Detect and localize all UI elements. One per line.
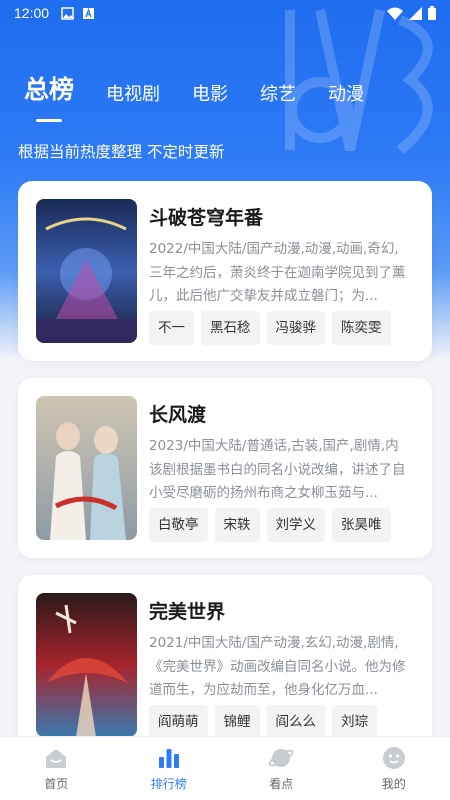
nav-label: 首页 <box>44 777 69 791</box>
cast-tags: 不一 黑石稔 冯骏骅 陈奕雯 <box>149 311 391 345</box>
nav-home[interactable]: 首页 <box>0 737 113 800</box>
item-meta: 2022/中国大陆/国产动漫,动漫,动画,奇幻, <box>149 241 399 257</box>
font-a-icon <box>83 7 95 19</box>
cast-tags: 阎萌萌 锦鲤 阎么么 刘琮 <box>149 705 377 739</box>
cast-tag[interactable]: 刘琮 <box>332 705 377 739</box>
cast-tag[interactable]: 白敬亭 <box>149 508 208 542</box>
tab-anime[interactable]: 动漫 <box>328 80 364 112</box>
cast-tag[interactable]: 冯骏骅 <box>266 311 325 345</box>
nav-label: 排行榜 <box>150 777 187 791</box>
item-description: 三年之约后，萧炎终于在迦南学院见到了薰儿，此后他广交挚友并成立磐门；为... <box>149 265 406 304</box>
profile-icon <box>382 747 405 769</box>
cast-tags: 白敬亭 宋轶 刘学义 张昊唯 <box>149 508 391 542</box>
item-meta: 2023/中国大陆/普通话,古装,国产,剧情,内 <box>149 438 399 454</box>
item-title: 斗破苍穹年番 <box>149 207 264 229</box>
cast-tag[interactable]: 宋轶 <box>214 508 260 542</box>
ranking-list: 斗破苍穹年番 2022/中国大陆/国产动漫,动漫,动画,奇幻, 三年之约后，萧炎… <box>18 181 432 772</box>
item-meta: 2021/中国大陆/国产动漫,玄幻,动漫,剧情, <box>149 635 399 651</box>
list-item[interactable]: 长风渡 2023/中国大陆/普通话,古装,国产,剧情,内 该剧根据墨书白的同名小… <box>18 378 432 558</box>
ranking-subtitle: 根据当前热度整理 不定时更新 <box>18 143 225 161</box>
item-title: 完美世界 <box>149 601 226 623</box>
home-icon <box>46 749 67 768</box>
bottom-navigation: 首页 排行榜 看点 我的 <box>0 736 450 800</box>
cast-tag[interactable]: 张昊唯 <box>332 508 391 542</box>
status-time: 12:00 <box>14 5 50 21</box>
nav-label: 看点 <box>269 777 294 791</box>
poster-image <box>36 593 137 737</box>
gallery-icon <box>61 6 74 20</box>
nav-highlights[interactable]: 看点 <box>225 737 338 800</box>
planet-icon <box>268 749 294 767</box>
wifi-icon <box>387 7 403 20</box>
cast-tag[interactable]: 不一 <box>149 311 194 345</box>
item-description: 《完美世界》动画改编自同名小说。他为修道而生，为应劫而至，他身化亿万血... <box>149 659 406 698</box>
battery-icon <box>428 6 436 20</box>
cast-tag[interactable]: 刘学义 <box>266 508 325 542</box>
item-description: 该剧根据墨书白的同名小说改编，讲述了自小受尽磨砺的扬州布商之女柳玉茹与... <box>149 462 406 501</box>
item-title: 长风渡 <box>149 404 207 426</box>
cast-tag[interactable]: 锦鲤 <box>214 705 260 739</box>
ranking-icon <box>158 749 179 768</box>
nav-ranking[interactable]: 排行榜 <box>113 737 226 800</box>
list-item[interactable]: 斗破苍穹年番 2022/中国大陆/国产动漫,动漫,动画,奇幻, 三年之约后，萧炎… <box>18 181 432 361</box>
list-item[interactable]: 完美世界 2021/中国大陆/国产动漫,玄幻,动漫,剧情, 《完美世界》动画改编… <box>18 575 432 755</box>
cast-tag[interactable]: 陈奕雯 <box>332 311 391 345</box>
signal-icon <box>409 6 422 20</box>
poster-image <box>36 396 137 540</box>
tab-variety[interactable]: 综艺 <box>260 80 296 112</box>
poster-image <box>36 199 137 343</box>
cast-tag[interactable]: 黑石稔 <box>201 311 260 345</box>
nav-profile[interactable]: 我的 <box>338 737 450 800</box>
tab-overall[interactable]: 总榜 <box>24 70 74 112</box>
category-tabs: 总榜 电视剧 电影 综艺 动漫 <box>24 66 396 112</box>
tab-movies[interactable]: 电影 <box>192 80 228 112</box>
status-bar: 12:00 <box>0 0 450 26</box>
nav-label: 我的 <box>381 777 406 791</box>
cast-tag[interactable]: 阎萌萌 <box>149 705 208 739</box>
cast-tag[interactable]: 阎么么 <box>266 705 325 739</box>
tab-tv-series[interactable]: 电视剧 <box>106 80 160 112</box>
